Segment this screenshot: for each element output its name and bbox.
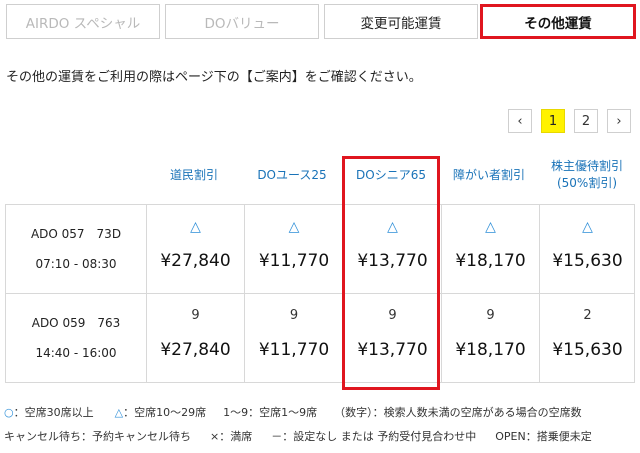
fare-price: ¥13,770 [357, 340, 428, 360]
table-row: ADO 059 763 14:40 - 16:00 9 ¥27,840 9 ¥1… [5, 293, 635, 383]
tab-airdo-special[interactable]: AIRDO スペシャル [6, 4, 160, 39]
table-row: ADO 057 73D 07:10 - 08:30 △ ¥27,840 △ ¥1… [5, 204, 635, 294]
legend-item: ：空席30席以上 [13, 406, 94, 419]
page-1-button[interactable]: 1 [541, 109, 565, 133]
tab-changeable-fare[interactable]: 変更可能運賃 [324, 4, 478, 39]
fare-price: ¥11,770 [258, 340, 330, 360]
page-number: 2 [581, 113, 591, 129]
flight-info-cell: ADO 059 763 14:40 - 16:00 [6, 294, 146, 382]
tab-other-fares[interactable]: その他運賃 [480, 4, 636, 39]
chevron-left-icon: ‹ [517, 113, 523, 129]
column-header-do-senior-65[interactable]: DOシニア65 [342, 150, 440, 200]
fare-cell[interactable]: 9 ¥18,170 [441, 294, 539, 382]
legend-item: 1～9：空席1～9席 [223, 406, 318, 419]
seat-legend-line-2: キャンセル待ち：予約キャンセル待ち ×：満席 －：設定なし または 予約受付見合… [4, 428, 592, 444]
column-header-label: 株主優待割引 (50%割引) [550, 159, 623, 190]
column-header-label: DOユース25 [257, 167, 327, 182]
fare-cell[interactable]: △ ¥15,630 [539, 205, 635, 293]
tab-label: その他運賃 [524, 15, 592, 32]
seat-availability: 9 [191, 308, 200, 323]
fare-price: ¥15,630 [552, 340, 623, 360]
seat-availability: 9 [388, 308, 397, 323]
tab-label: AIRDO スペシャル [25, 15, 141, 32]
seat-availability: 9 [289, 308, 299, 323]
fare-cell[interactable]: 2 ¥15,630 [539, 294, 635, 382]
fare-price: ¥18,170 [455, 251, 526, 271]
seat-legend-line-1: ○：空席30席以上 △：空席10～29席 1～9：空席1～9席 （数字）：検索人… [4, 404, 582, 420]
triangle-mark-icon: △ [114, 406, 124, 419]
column-header-label: 障がい者割引 [452, 167, 525, 182]
fare-price: ¥15,630 [552, 251, 623, 271]
fare-price: ¥18,170 [455, 340, 526, 360]
fare-cell[interactable]: △ ¥18,170 [441, 205, 539, 293]
flight-number: ADO 057 73D [30, 227, 122, 241]
legend-item: OPEN：搭乗便未定 [495, 430, 592, 443]
flight-time: 14:40 - 16:00 [35, 346, 117, 360]
column-header-label: 道民割引 [169, 167, 218, 182]
seat-availability: △ [485, 219, 496, 235]
fare-cell[interactable]: △ ¥13,770 [343, 205, 441, 293]
prev-page-button[interactable]: ‹ [508, 109, 532, 133]
tab-label: DOバリュー [204, 15, 280, 32]
tab-label: 変更可能運賃 [360, 15, 442, 32]
seat-availability: 2 [583, 308, 592, 323]
legend-item: ：空席10～29席 [123, 406, 207, 419]
legend-item: キャンセル待ち：予約キャンセル待ち [4, 430, 191, 443]
seat-availability: △ [288, 219, 300, 235]
legend-item: ×：満席 [210, 430, 253, 443]
column-header-resident-discount[interactable]: 道民割引 [145, 150, 243, 200]
fare-cell[interactable]: 9 ¥11,770 [244, 294, 343, 382]
circle-mark-icon: ○ [4, 406, 14, 419]
legend-item: （数字）：検索人数未満の空席がある場合の空席数 [334, 406, 582, 419]
seat-availability: 9 [486, 308, 495, 323]
fare-cell[interactable]: △ ¥11,770 [244, 205, 343, 293]
fare-price: ¥11,770 [258, 251, 330, 271]
legend-item: －：設定なし または 予約受付見合わせ中 [271, 430, 477, 443]
flight-time: 07:10 - 08:30 [35, 257, 117, 271]
seat-availability: △ [582, 219, 593, 235]
seat-availability: △ [190, 219, 201, 235]
flight-number: ADO 059 763 [31, 316, 121, 330]
seat-availability: △ [387, 219, 398, 235]
column-header-do-youth-25[interactable]: DOユース25 [243, 150, 341, 200]
next-page-button[interactable]: › [607, 109, 631, 133]
fare-price: ¥13,770 [357, 251, 428, 271]
fare-price: ¥27,840 [160, 340, 231, 360]
page-2-button[interactable]: 2 [574, 109, 598, 133]
fare-cell[interactable]: 9 ¥27,840 [146, 294, 244, 382]
fare-price: ¥27,840 [160, 251, 231, 271]
fare-cell[interactable]: 9 ¥13,770 [343, 294, 441, 382]
fare-cell[interactable]: △ ¥27,840 [146, 205, 244, 293]
page-number: 1 [548, 113, 558, 129]
flight-info-cell: ADO 057 73D 07:10 - 08:30 [6, 205, 146, 293]
tab-do-value[interactable]: DOバリュー [165, 4, 319, 39]
column-header-label: DOシニア65 [356, 167, 426, 182]
chevron-right-icon: › [616, 113, 622, 129]
column-header-disability-discount[interactable]: 障がい者割引 [440, 150, 538, 200]
column-header-shareholder-discount[interactable]: 株主優待割引 (50%割引) [538, 150, 636, 200]
fare-notice: その他の運賃をご利用の際はページ下の【ご案内】をご確認ください。 [6, 70, 422, 85]
